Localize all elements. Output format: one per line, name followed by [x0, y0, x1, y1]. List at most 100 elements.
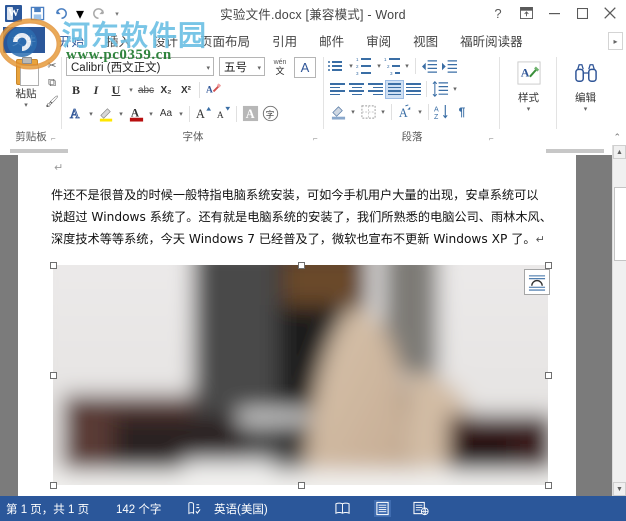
clear-formatting-icon[interactable]: A — [203, 80, 223, 100]
justify-icon[interactable] — [385, 79, 404, 99]
text-highlight-icon[interactable] — [96, 104, 116, 124]
undo-caret-icon[interactable]: ▾ — [76, 4, 84, 23]
sort-icon[interactable]: AZ — [432, 102, 452, 122]
spell-check-icon[interactable] — [186, 500, 203, 517]
resize-handle[interactable] — [298, 262, 305, 269]
character-shading-icon[interactable]: A — [240, 104, 260, 124]
tab-file[interactable]: 文件 — [3, 27, 45, 53]
resize-handle[interactable] — [545, 482, 552, 489]
borders-caret-icon[interactable]: ▾ — [378, 102, 388, 122]
underline-caret-icon[interactable]: ▾ — [126, 80, 136, 100]
multilevel-list-caret-icon[interactable]: ▾ — [402, 56, 412, 76]
tab-view[interactable]: 视图 — [402, 27, 449, 53]
styles-button[interactable]: A 样式 ▾ — [509, 56, 549, 118]
layout-options-button[interactable] — [524, 269, 550, 295]
text-highlight-caret-icon[interactable]: ▾ — [116, 104, 126, 124]
phonetic-guide-icon[interactable]: wén 文 — [270, 57, 290, 76]
undo-icon[interactable] — [52, 4, 71, 23]
numbering-caret-icon[interactable]: ▾ — [374, 56, 384, 76]
resize-handle[interactable] — [50, 262, 57, 269]
help-button[interactable]: ? — [484, 2, 512, 24]
enclose-character-icon[interactable]: 字 — [260, 104, 280, 124]
tab-mailings[interactable]: 邮件 — [308, 27, 355, 53]
styles-caret-icon[interactable]: ▾ — [527, 106, 531, 113]
cut-icon[interactable]: ✂ — [44, 57, 60, 73]
bullets-caret-icon[interactable]: ▾ — [346, 56, 356, 76]
scroll-down-button[interactable]: ▼ — [613, 482, 626, 496]
editing-button[interactable]: 编辑 ▾ — [566, 56, 606, 118]
redo-icon[interactable] — [89, 4, 108, 23]
font-size-caret-icon[interactable]: ▾ — [257, 64, 261, 72]
font-dialog-launcher[interactable]: ⌐ — [313, 134, 322, 143]
paragraph-dialog-launcher[interactable]: ⌐ — [489, 134, 498, 143]
document-page[interactable]: ↵ 件还不是很普及的时候一般特指电脑系统安装，可如今手机用户大量的出现，安卓系统… — [18, 155, 576, 496]
align-center-icon[interactable] — [347, 80, 366, 99]
line-spacing-caret-icon[interactable]: ▾ — [450, 79, 460, 99]
format-painter-icon[interactable]: 🖌 — [44, 93, 60, 109]
underline-button[interactable]: U — [106, 80, 126, 100]
page-indicator[interactable]: 第 1 页，共 1 页 — [6, 501, 89, 517]
inline-picture[interactable] — [50, 262, 552, 489]
maximize-button[interactable] — [568, 2, 596, 24]
borders-icon[interactable] — [358, 102, 378, 122]
change-case-icon[interactable]: Aa — [156, 104, 176, 124]
grow-font-icon[interactable]: A — [193, 104, 213, 124]
tab-design[interactable]: 设计 — [142, 27, 189, 53]
customize-qat-caret-icon[interactable]: ▾ — [113, 4, 121, 23]
bold-button[interactable]: B — [66, 80, 86, 100]
tab-references[interactable]: 引用 — [261, 27, 308, 53]
font-color-icon[interactable]: A — [126, 104, 146, 124]
resize-handle[interactable] — [50, 482, 57, 489]
change-case-caret-icon[interactable]: ▾ — [176, 104, 186, 124]
resize-handle[interactable] — [298, 482, 305, 489]
copy-icon[interactable]: ⧉ — [44, 75, 60, 91]
show-formatting-marks-icon[interactable]: ¶ — [452, 102, 472, 122]
collapse-ribbon-button[interactable]: ⌃ — [613, 132, 621, 143]
shading-caret-icon[interactable]: ▾ — [348, 102, 358, 122]
resize-handle[interactable] — [545, 262, 552, 269]
superscript-button[interactable]: X² — [176, 80, 196, 100]
font-size-combo[interactable]: 五号 ▾ — [219, 57, 265, 76]
resize-handle[interactable] — [545, 372, 552, 379]
language-indicator[interactable]: 英语(美国) — [214, 501, 268, 517]
font-name-combo[interactable]: Calibri (西文正文) ▾ — [66, 57, 214, 76]
line-spacing-icon[interactable] — [430, 79, 450, 99]
bullets-icon[interactable] — [328, 57, 346, 75]
clipboard-dialog-launcher[interactable]: ⌐ — [51, 134, 60, 143]
minimize-button[interactable] — [540, 2, 568, 24]
word-app-icon[interactable] — [4, 4, 23, 23]
ribbon-display-options-button[interactable] — [512, 2, 540, 24]
italic-button[interactable]: I — [86, 80, 106, 100]
align-left-icon[interactable] — [328, 80, 347, 99]
subscript-button[interactable]: X₂ — [156, 80, 176, 100]
strikethrough-button[interactable]: abc — [136, 80, 156, 100]
read-mode-view-button[interactable] — [334, 500, 351, 517]
tab-home[interactable]: 开始 — [48, 27, 95, 53]
text-effects-caret-icon[interactable]: ▾ — [86, 104, 96, 124]
tab-insert[interactable]: 插入 — [95, 27, 142, 53]
asian-layout-icon[interactable]: A — [395, 102, 415, 122]
asian-layout-caret-icon[interactable]: ▾ — [415, 102, 425, 122]
document-canvas[interactable]: ↵ 件还不是很普及的时候一般特指电脑系统安装，可如今手机用户大量的出现，安卓系统… — [0, 155, 612, 496]
font-name-caret-icon[interactable]: ▾ — [206, 64, 210, 72]
multilevel-list-icon[interactable]: 123 — [384, 57, 402, 76]
save-icon[interactable] — [28, 4, 47, 23]
align-right-icon[interactable] — [366, 80, 385, 99]
font-color-caret-icon[interactable]: ▾ — [146, 104, 156, 124]
increase-indent-icon[interactable] — [439, 56, 459, 76]
print-layout-view-button[interactable] — [374, 500, 391, 517]
scrollbar-thumb[interactable] — [614, 187, 626, 261]
web-layout-view-button[interactable] — [412, 500, 429, 517]
document-body-text[interactable]: 件还不是很普及的时候一般特指电脑系统安装，可如今手机用户大量的出现，安卓系统可以… — [51, 184, 552, 251]
shading-icon[interactable] — [328, 102, 348, 122]
character-border-icon[interactable]: A — [294, 57, 316, 78]
word-count[interactable]: 142 个字 — [116, 501, 161, 517]
decrease-indent-icon[interactable] — [419, 56, 439, 76]
numbering-icon[interactable]: 123 — [356, 57, 374, 76]
text-effects-icon[interactable]: A — [66, 104, 86, 124]
tab-review[interactable]: 审阅 — [355, 27, 402, 53]
shrink-font-icon[interactable]: A — [213, 104, 233, 124]
editing-caret-icon[interactable]: ▾ — [584, 106, 588, 113]
paste-caret-icon[interactable]: ▾ — [24, 102, 28, 109]
tab-foxit-reader[interactable]: 福昕阅读器 — [449, 27, 534, 53]
